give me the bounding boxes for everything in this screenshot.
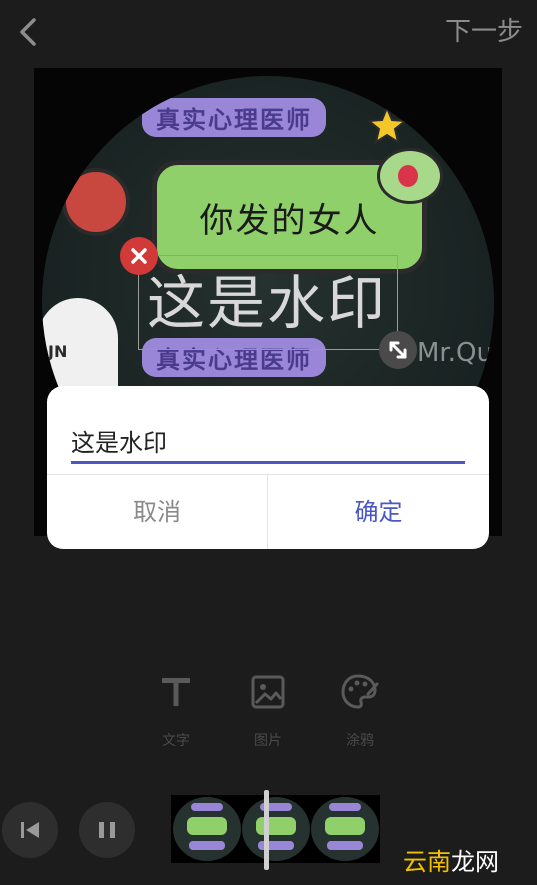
- pause-button[interactable]: [79, 802, 135, 858]
- frame-pill: [189, 841, 225, 850]
- watermark-text-dialog: 取消 确定: [47, 386, 489, 549]
- frame-pill: [327, 841, 363, 850]
- sticker-monster: [377, 148, 443, 204]
- logo-primary: 云南: [403, 848, 451, 876]
- delete-watermark-button[interactable]: [120, 237, 158, 275]
- pause-icon: [99, 822, 115, 838]
- confirm-button[interactable]: 确定: [268, 475, 489, 549]
- frame-bubble: [325, 817, 365, 835]
- frame-bubble: [256, 817, 296, 835]
- watermark-box[interactable]: 这是水印: [138, 255, 398, 350]
- timeline-playhead[interactable]: [264, 790, 269, 870]
- frame-pill: [191, 803, 223, 811]
- timeline-strip[interactable]: [171, 795, 380, 863]
- image-icon: [251, 675, 285, 709]
- back-button[interactable]: [12, 14, 48, 50]
- watermark-text: 这是水印: [147, 269, 388, 337]
- timeline-frame: [173, 797, 241, 861]
- sticker-signature: Mr.Qu: [417, 338, 493, 368]
- tool-doodle[interactable]: 涂鸦: [330, 672, 390, 750]
- tool-text[interactable]: 文字: [146, 672, 206, 750]
- timeline-frame: [242, 797, 310, 861]
- chevron-left-icon: [20, 18, 36, 46]
- site-logo: 云南龙网: [403, 842, 499, 877]
- resize-icon: [389, 341, 407, 359]
- skip-back-icon: [21, 822, 39, 838]
- frame-pill: [329, 803, 361, 811]
- sticker-ball: [62, 168, 130, 236]
- frame-bubble: [187, 817, 227, 835]
- star-icon: [368, 106, 406, 144]
- tool-image[interactable]: 图片: [238, 672, 298, 750]
- input-underline: [71, 461, 465, 464]
- resize-watermark-handle[interactable]: [379, 331, 417, 369]
- tool-doodle-label: 涂鸦: [346, 733, 374, 749]
- sticker-top-pill: 真实心理医师: [142, 98, 326, 137]
- cancel-button[interactable]: 取消: [47, 475, 267, 549]
- next-step-button[interactable]: 下一步: [445, 14, 523, 50]
- skip-to-start-button[interactable]: [2, 802, 58, 858]
- logo-accent: 龙网: [451, 848, 499, 876]
- close-icon: [131, 248, 147, 264]
- watermark-text-input[interactable]: [71, 422, 465, 458]
- sticker-bear-text: JN: [48, 342, 68, 361]
- top-bar: 下一步: [0, 0, 537, 64]
- tool-image-label: 图片: [254, 733, 282, 749]
- timeline-frame: [311, 797, 379, 861]
- tool-text-label: 文字: [162, 733, 190, 749]
- text-icon: [162, 678, 190, 706]
- sticker-bubble-text: 你发的女人: [199, 201, 380, 241]
- palette-icon: [341, 674, 379, 709]
